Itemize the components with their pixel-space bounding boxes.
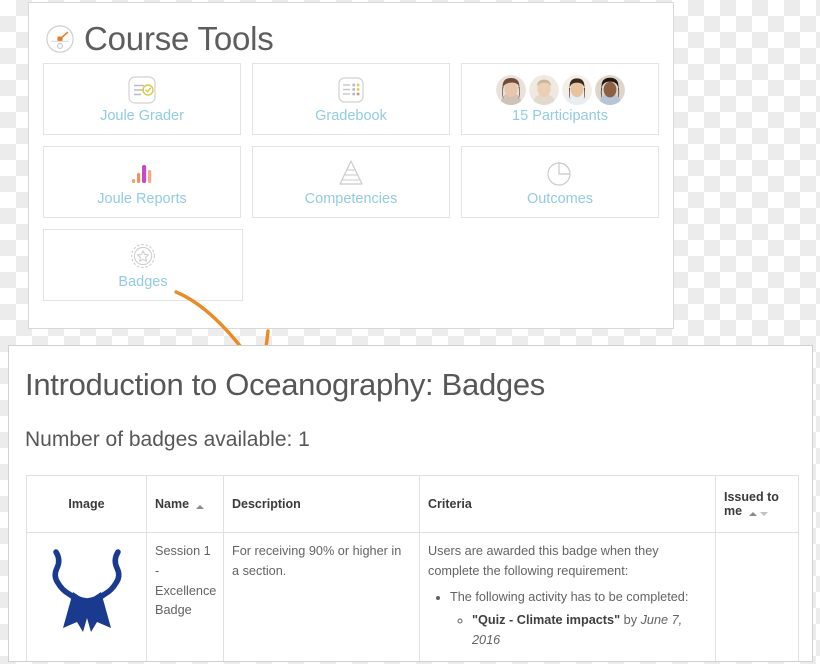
avatar-group xyxy=(495,75,625,106)
avatar xyxy=(561,75,592,106)
criteria-list: The following activity has to be complet… xyxy=(428,588,707,651)
sort-toggle-icons[interactable] xyxy=(748,505,768,519)
tile-participants[interactable]: 15 Participants xyxy=(461,63,659,135)
tile-joule-reports[interactable]: Joule Reports xyxy=(43,146,241,218)
criteria-intro-text: Users are awarded this badge when they c… xyxy=(428,544,659,578)
gauge-icon xyxy=(45,24,75,54)
sort-ascending-icon[interactable] xyxy=(195,498,204,512)
tile-badges[interactable]: Badges xyxy=(43,229,243,301)
criteria-bullet-text: The following activity has to be complet… xyxy=(450,589,689,604)
tile-label: Joule Grader xyxy=(100,108,184,125)
gradebook-grid-icon xyxy=(334,73,368,107)
column-header-image: Image xyxy=(26,475,147,534)
cell-badge-name: Session 1 - Excellence Badge xyxy=(146,532,224,661)
column-header-label: Image xyxy=(68,497,105,512)
participant-avatars-icon xyxy=(495,73,625,107)
checklist-icon xyxy=(125,73,159,107)
column-header-label: Criteria xyxy=(428,497,472,512)
tile-row-3: Badges xyxy=(43,229,659,301)
table-header-row: Image Name Description Criteria Issued t… xyxy=(26,475,799,534)
badges-table-head: Image Name Description Criteria Issued t… xyxy=(26,475,799,534)
pie-chart-icon xyxy=(543,156,577,190)
column-header-label: Name xyxy=(155,496,190,511)
badge-seal-icon xyxy=(126,239,160,273)
blue-ribbon-badge-icon xyxy=(52,549,121,633)
course-tools-tile-grid: Joule Grader Gradebook 15 Participants J… xyxy=(29,63,673,301)
tile-label: Gradebook xyxy=(315,108,387,125)
tile-label: Joule Reports xyxy=(97,191,187,208)
tile-label: Outcomes xyxy=(526,191,594,208)
badges-table: Image Name Description Criteria Issued t… xyxy=(26,475,799,661)
cell-badge-criteria: Users are awarded this badge when they c… xyxy=(419,532,716,661)
course-tools-header: Course Tools xyxy=(29,3,673,63)
cell-badge-description: For receiving 90% or higher in a section… xyxy=(223,532,420,661)
criteria-list-item: The following activity has to be complet… xyxy=(450,588,707,651)
tile-joule-grader[interactable]: Joule Grader xyxy=(43,63,241,135)
column-header-label: Description xyxy=(232,497,301,512)
badges-page-title: Introduction to Oceanography: Badges xyxy=(25,367,545,402)
tile-label: 15 Participants xyxy=(512,108,608,125)
column-header-criteria: Criteria xyxy=(419,475,716,534)
tile-outcomes[interactable]: Outcomes xyxy=(461,146,659,218)
badges-table-body: Session 1 - Excellence Badge For receivi… xyxy=(26,532,799,661)
pyramid-icon xyxy=(334,156,368,190)
tile-label: Competencies xyxy=(304,191,398,208)
badge-count-text: Number of badges available: 1 xyxy=(25,428,310,452)
criteria-quiz-name: "Quiz - Climate impacts" xyxy=(472,613,621,628)
tile-row-1: Joule Grader Gradebook 15 Participants xyxy=(43,63,659,135)
cell-badge-image xyxy=(26,532,147,661)
tile-label: Badges xyxy=(118,274,168,291)
badges-page-panel: Introduction to Oceanography: Badges Num… xyxy=(8,345,813,662)
avatar xyxy=(528,75,559,106)
criteria-sublist-item: "Quiz - Climate impacts" by June 7, 2016 xyxy=(472,611,707,650)
course-tools-panel: Course Tools Joule Grader Gradebook 15 P… xyxy=(28,2,674,329)
table-row: Session 1 - Excellence Badge For receivi… xyxy=(26,532,799,661)
avatar xyxy=(594,75,625,106)
cell-issued-to-me xyxy=(715,532,799,661)
criteria-by-label: by xyxy=(623,613,638,628)
bar-chart-icon xyxy=(125,156,159,190)
avatar xyxy=(495,75,526,106)
tile-gradebook[interactable]: Gradebook xyxy=(252,63,450,135)
column-header-description: Description xyxy=(223,475,420,534)
column-header-name[interactable]: Name xyxy=(146,475,224,534)
criteria-sublist: "Quiz - Climate impacts" by June 7, 2016 xyxy=(450,611,707,650)
page-title: Course Tools xyxy=(84,20,274,57)
tile-row-2: Joule Reports Competencies Outcomes xyxy=(43,146,659,218)
tile-competencies[interactable]: Competencies xyxy=(252,146,450,218)
column-header-issued-to-me[interactable]: Issued to me xyxy=(715,475,799,534)
